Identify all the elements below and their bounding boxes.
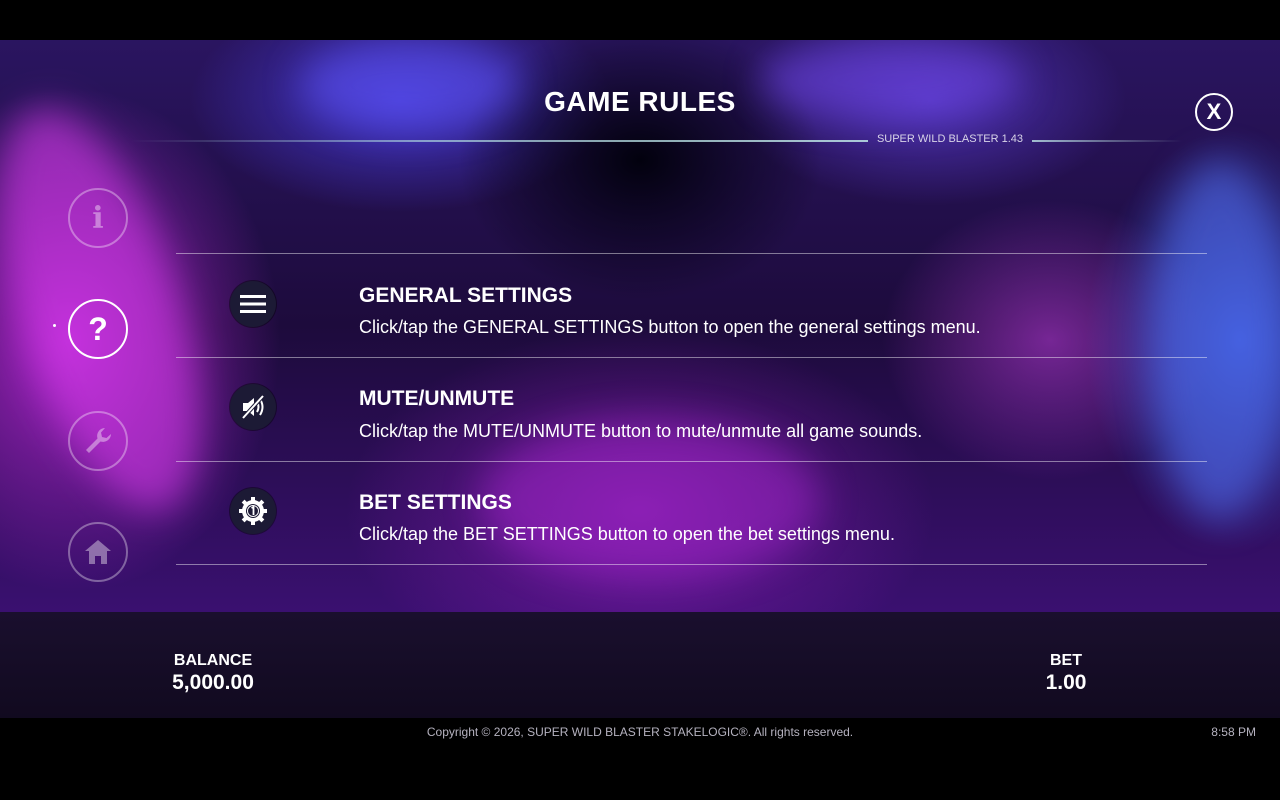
- close-button[interactable]: X: [1195, 93, 1233, 131]
- wrench-icon: [86, 428, 111, 453]
- rule-icon-mute: [230, 384, 276, 430]
- rule-description: Click/tap the GENERAL SETTINGS button to…: [359, 317, 981, 337]
- page-title: GAME RULES: [544, 86, 736, 117]
- rule-icon-general-settings: [230, 281, 276, 327]
- bet-settings-icon: [239, 497, 267, 525]
- nav-info-button[interactable]: i: [68, 188, 128, 248]
- nav-settings-button[interactable]: [68, 411, 128, 471]
- light-streak: [480, 420, 820, 580]
- rule-description: Click/tap the MUTE/UNMUTE button to mute…: [359, 421, 923, 441]
- rule-title: MUTE/UNMUTE: [359, 387, 515, 410]
- home-icon: [85, 540, 111, 564]
- nav-help-button[interactable]: ?: [68, 299, 128, 359]
- rule-divider: [176, 357, 1207, 358]
- mute-icon: [241, 394, 265, 420]
- active-indicator: [53, 324, 56, 327]
- bet-value: 1.00: [1045, 671, 1087, 694]
- title-divider-right: [1032, 140, 1182, 142]
- close-icon: X: [1206, 99, 1222, 124]
- rule-title: BET SETTINGS: [359, 491, 512, 514]
- light-streak: [1150, 160, 1280, 520]
- balance-label: BALANCE: [173, 652, 253, 669]
- menu-icon: [240, 295, 266, 313]
- rule-divider: [176, 253, 1207, 254]
- rule-title: GENERAL SETTINGS: [359, 284, 573, 307]
- rule-divider: [176, 461, 1207, 462]
- question-icon: ?: [88, 310, 108, 347]
- bet-label: BET: [1050, 652, 1082, 669]
- info-icon: i: [92, 200, 104, 236]
- balance-value: 5,000.00: [172, 671, 254, 694]
- title-divider-left: [130, 140, 868, 142]
- copyright-text: Copyright © 2026, SUPER WILD BLASTER STA…: [426, 725, 854, 739]
- clock: 8:58 PM: [1211, 725, 1256, 739]
- game-rules-screen: GAME RULES SUPER WILD BLASTER 1.43 X i ?…: [0, 0, 1280, 800]
- rule-icon-bet-settings: [230, 488, 276, 534]
- nav-home-button[interactable]: [68, 522, 128, 582]
- version-label: SUPER WILD BLASTER 1.43: [876, 133, 1024, 145]
- rule-divider: [176, 564, 1207, 565]
- top-black-bar: [0, 0, 1280, 40]
- rule-description: Click/tap the BET SETTINGS button to ope…: [359, 524, 895, 544]
